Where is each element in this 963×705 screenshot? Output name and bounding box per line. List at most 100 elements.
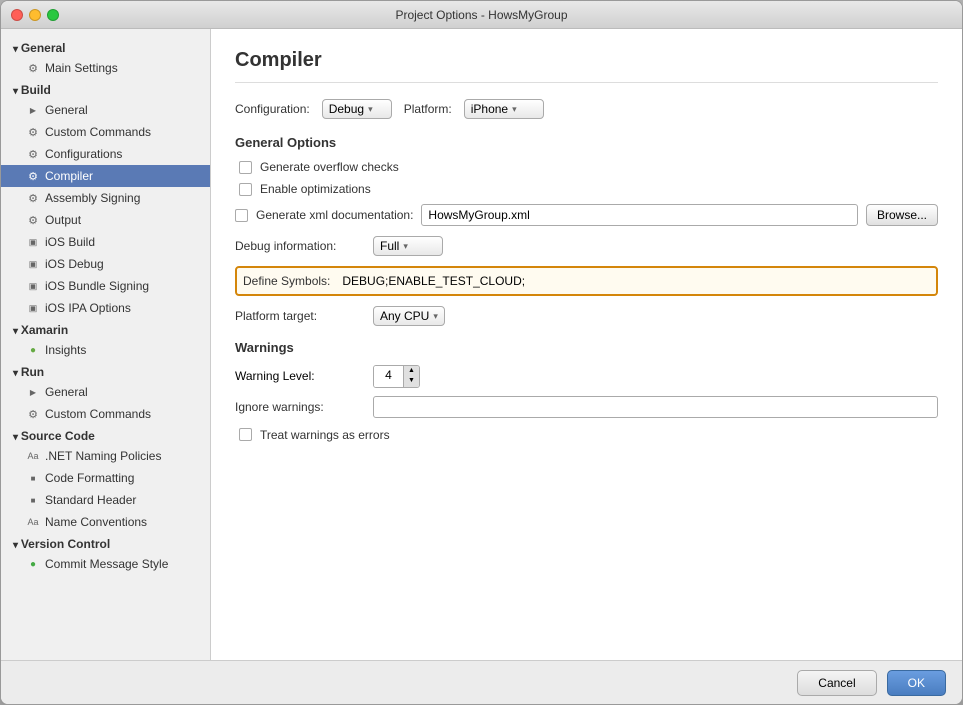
titlebar: Project Options - HowsMyGroup [1,1,962,29]
sidebar-item-code-formatting[interactable]: Code Formatting [1,467,210,489]
ignore-warnings-input[interactable] [373,396,938,418]
sidebar-label-ios-debug: iOS Debug [45,257,104,271]
sidebar-section-source-code[interactable]: Source Code [1,425,210,445]
platform-target-dropdown[interactable]: Any CPU ▾ [373,306,445,326]
sidebar-label-net-naming: .NET Naming Policies [45,449,161,463]
config-label: Configuration: [235,102,310,116]
debug-info-value: Full [380,239,399,253]
spinner-down-button[interactable]: ▼ [404,376,419,386]
gear-icon-assembly [25,190,41,206]
sidebar-item-standard-header[interactable]: Standard Header [1,489,210,511]
sidebar-label-output: Output [45,213,81,227]
sidebar-item-output[interactable]: Output [1,209,210,231]
sidebar-item-configurations[interactable]: Configurations [1,143,210,165]
gear-icon-compiler [25,168,41,184]
sidebar-label-code-formatting: Code Formatting [45,471,134,485]
platform-value: iPhone [471,102,508,116]
sidebar-label-standard-header: Standard Header [45,493,136,507]
xml-doc-label: Generate xml documentation: [256,208,413,222]
sidebar-label-main-settings: Main Settings [45,61,118,75]
footer: Cancel OK [1,660,962,704]
browse-button[interactable]: Browse... [866,204,938,226]
chevron-down-icon: ▾ [368,104,373,115]
debug-info-dropdown[interactable]: Full ▾ [373,236,443,256]
warning-level-label: Warning Level: [235,369,365,383]
sidebar: General Main Settings Build General Cust… [1,29,211,660]
minimize-button[interactable] [29,9,41,21]
sidebar-item-assembly-signing[interactable]: Assembly Signing [1,187,210,209]
xml-doc-row: Generate xml documentation: Browse... [235,204,938,226]
config-dropdown[interactable]: Debug ▾ [322,99,392,119]
treat-warnings-row: Treat warnings as errors [235,428,938,442]
ok-button[interactable]: OK [887,670,946,696]
arrow-icon [25,102,41,118]
xml-doc-checkbox[interactable] [235,209,248,222]
sidebar-item-insights[interactable]: Insights [1,339,210,361]
page-title: Compiler [235,49,938,83]
close-button[interactable] [11,9,23,21]
sidebar-item-compiler[interactable]: Compiler [1,165,210,187]
ios-icon-build [25,234,41,250]
platform-dropdown[interactable]: iPhone ▾ [464,99,544,119]
sidebar-label-assembly-signing: Assembly Signing [45,191,140,205]
gear-icon-output [25,212,41,228]
sidebar-section-build[interactable]: Build [1,79,210,99]
sidebar-item-custom-commands[interactable]: Custom Commands [1,121,210,143]
cancel-button[interactable]: Cancel [797,670,876,696]
ios-icon-bundle [25,278,41,294]
xml-doc-input[interactable] [421,204,858,226]
main-content: Compiler Configuration: Debug ▾ Platform… [211,29,962,660]
define-symbols-label: Define Symbols: [243,274,330,288]
debug-info-row: Debug information: Full ▾ [235,236,938,256]
sidebar-section-run[interactable]: Run [1,361,210,381]
window-body: General Main Settings Build General Cust… [1,29,962,660]
sidebar-item-ios-build[interactable]: iOS Build [1,231,210,253]
sidebar-label-custom-commands: Custom Commands [45,125,151,139]
xamarin-icon [25,342,41,358]
treat-warnings-label: Treat warnings as errors [260,428,390,442]
platform-target-label: Platform target: [235,309,365,323]
platform-target-value: Any CPU [380,309,429,323]
platform-target-row: Platform target: Any CPU ▾ [235,306,938,326]
sidebar-item-ios-debug[interactable]: iOS Debug [1,253,210,275]
sidebar-section-version-control[interactable]: Version Control [1,533,210,553]
sidebar-item-name-conventions[interactable]: Name Conventions [1,511,210,533]
debug-info-label: Debug information: [235,239,365,253]
define-symbols-input[interactable] [338,272,930,290]
optimize-checkbox[interactable] [239,183,252,196]
sidebar-label-configurations: Configurations [45,147,122,161]
warning-level-spinner: 4 ▲ ▼ [373,365,420,388]
sidebar-label-ios-ipa: iOS IPA Options [45,301,131,315]
sidebar-item-main-settings[interactable]: Main Settings [1,57,210,79]
sidebar-item-run-custom-commands[interactable]: Custom Commands [1,403,210,425]
sidebar-item-ios-bundle-signing[interactable]: iOS Bundle Signing [1,275,210,297]
sidebar-label-name-conventions: Name Conventions [45,515,147,529]
maximize-button[interactable] [47,9,59,21]
sidebar-label-run-custom: Custom Commands [45,407,151,421]
gear-icon [25,60,41,76]
source-icon-format [25,470,41,486]
sidebar-section-xamarin[interactable]: Xamarin [1,319,210,339]
overflow-label: Generate overflow checks [260,160,399,174]
overflow-checkbox[interactable] [239,161,252,174]
naming-icon-net [25,448,41,464]
sidebar-label-commit-message: Commit Message Style [45,557,168,571]
sidebar-item-net-naming[interactable]: .NET Naming Policies [1,445,210,467]
define-symbols-row: Define Symbols: [235,266,938,296]
sidebar-item-commit-message[interactable]: Commit Message Style [1,553,210,575]
optimize-option-row: Enable optimizations [235,182,938,196]
sidebar-label-ios-build: iOS Build [45,235,95,249]
sidebar-item-ios-ipa[interactable]: iOS IPA Options [1,297,210,319]
sidebar-item-general[interactable]: General [1,99,210,121]
warning-level-row: Warning Level: 4 ▲ ▼ [235,365,938,388]
treat-warnings-checkbox[interactable] [239,428,252,441]
config-value: Debug [329,102,364,116]
sidebar-section-general[interactable]: General [1,37,210,57]
sidebar-label-ios-bundle-signing: iOS Bundle Signing [45,279,149,293]
sidebar-item-run-general[interactable]: General [1,381,210,403]
gear-icon-config [25,146,41,162]
gear-icon-run-custom [25,406,41,422]
sidebar-label-run-general: General [45,385,88,399]
naming-icon-conv [25,514,41,530]
spinner-up-button[interactable]: ▲ [404,366,419,376]
